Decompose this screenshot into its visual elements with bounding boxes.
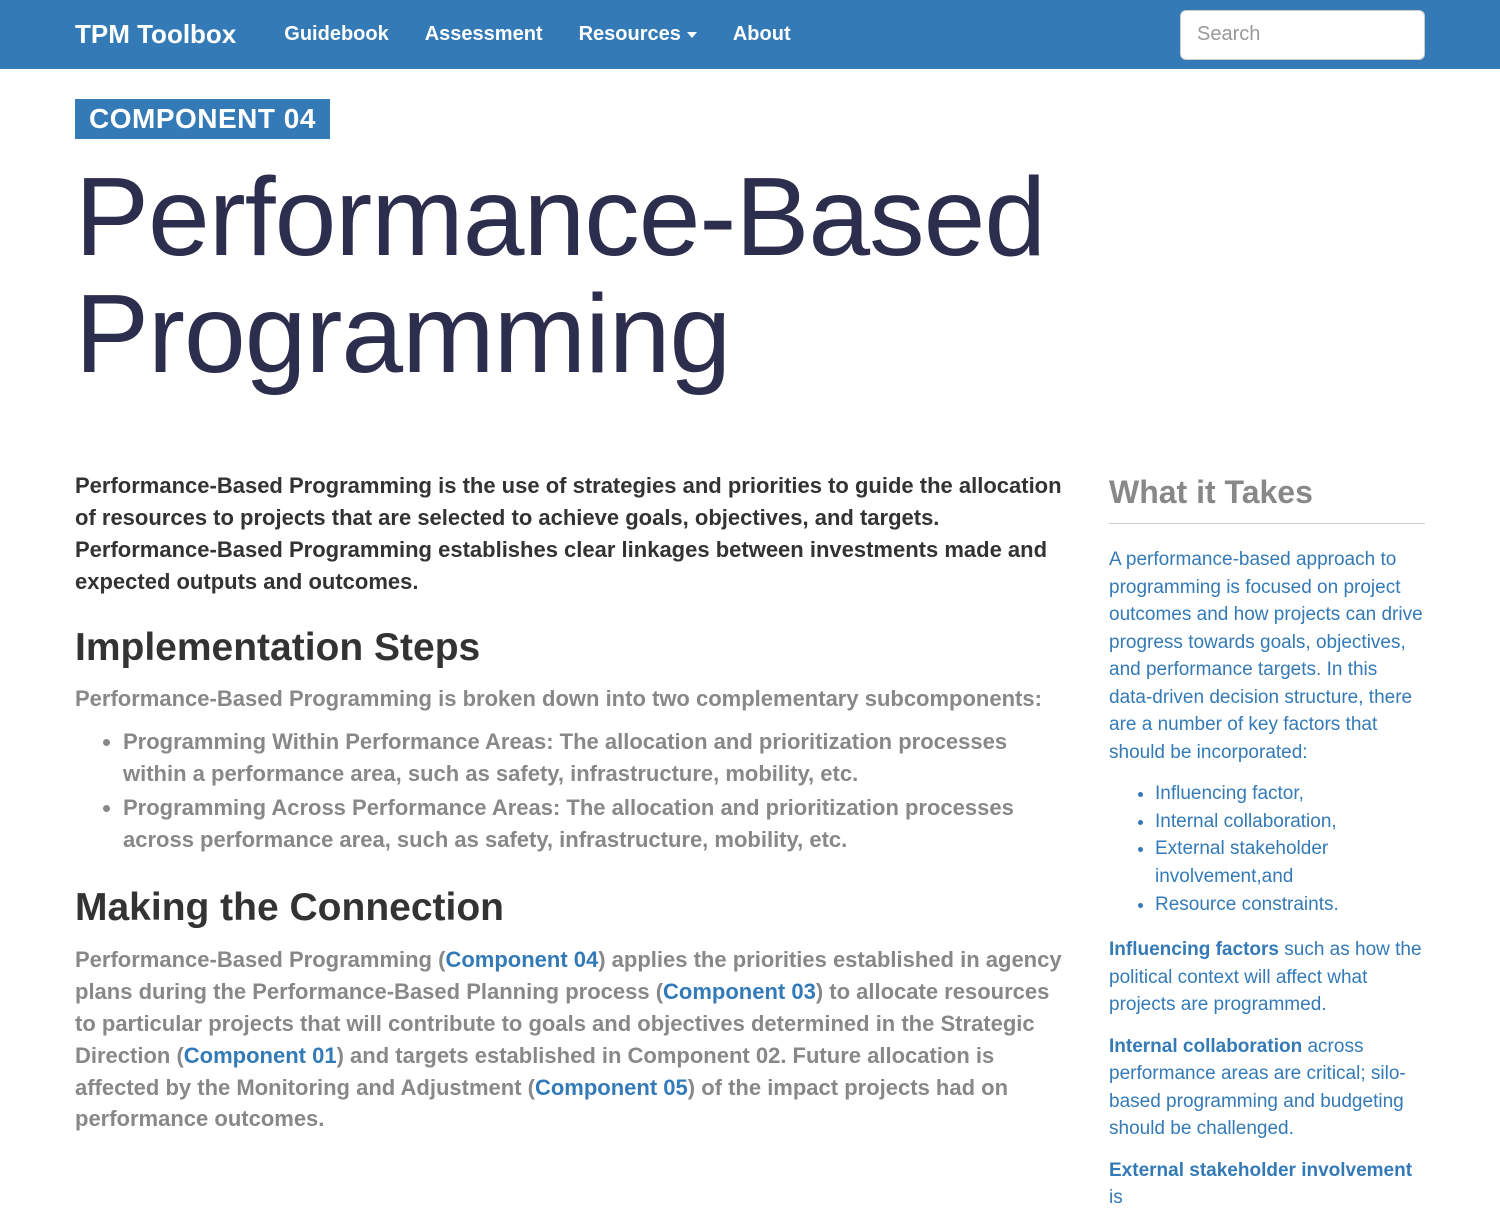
chevron-down-icon (687, 32, 697, 38)
component-05-link[interactable]: Component 05 (535, 1075, 688, 1100)
making-connection-paragraph: Performance-Based Programming (Component… (75, 944, 1069, 1135)
nav-resources-label: Resources (579, 23, 681, 46)
component-04-link[interactable]: Component 04 (445, 947, 598, 972)
sidebar-bullets: Influencing factor, Internal collaborati… (1109, 780, 1425, 918)
text: is (1109, 1187, 1123, 1208)
implementation-bullets: Programming Within Performance Areas: Th… (75, 726, 1069, 856)
component-tag: COMPONENT 04 (75, 99, 330, 139)
nav-resources[interactable]: Resources (561, 23, 715, 46)
intro-paragraph: Performance-Based Programming is the use… (75, 470, 1069, 598)
list-item: Resource constraints. (1155, 891, 1425, 919)
text-strong: External stakeholder involvement (1109, 1160, 1412, 1181)
navbar: TPM Toolbox Guidebook Assessment Resourc… (0, 0, 1500, 69)
text: Performance-Based Programming ( (75, 947, 445, 972)
list-item: Influencing factor, (1155, 780, 1425, 808)
component-01-link[interactable]: Component 01 (184, 1043, 337, 1068)
sidebar: What it Takes A performance-based approa… (1109, 99, 1425, 1226)
making-connection-heading: Making the Connection (75, 886, 1069, 930)
implementation-steps-sub: Performance-Based Programming is broken … (75, 684, 1069, 715)
nav-about[interactable]: About (715, 23, 809, 46)
text-strong: Internal collaboration (1109, 1036, 1302, 1057)
implementation-steps-heading: Implementation Steps (75, 626, 1069, 670)
nav-assessment[interactable]: Assessment (407, 23, 561, 46)
page-title: Performance-Based Programming (75, 159, 1069, 392)
sidebar-intro: A performance-based approach to programm… (1109, 546, 1425, 766)
sidebar-p2: Influencing factors such as how the poli… (1109, 936, 1425, 1019)
list-item: Programming Across Performance Areas: Th… (123, 792, 1069, 856)
sidebar-title: What it Takes (1109, 474, 1425, 524)
sidebar-p3: Internal collaboration across performanc… (1109, 1033, 1425, 1143)
sidebar-p4: External stakeholder involvement is (1109, 1157, 1425, 1212)
text-strong: Influencing factors (1109, 939, 1279, 960)
list-item: Programming Within Performance Areas: Th… (123, 726, 1069, 790)
nav-guidebook[interactable]: Guidebook (266, 23, 406, 46)
brand[interactable]: TPM Toolbox (75, 19, 236, 50)
main-content: COMPONENT 04 Performance-Based Programmi… (75, 99, 1069, 1226)
list-item: Internal collaboration, (1155, 808, 1425, 836)
search-input[interactable] (1180, 10, 1425, 60)
component-03-link[interactable]: Component 03 (663, 979, 816, 1004)
list-item: External stakeholder involvement,and (1155, 835, 1425, 890)
